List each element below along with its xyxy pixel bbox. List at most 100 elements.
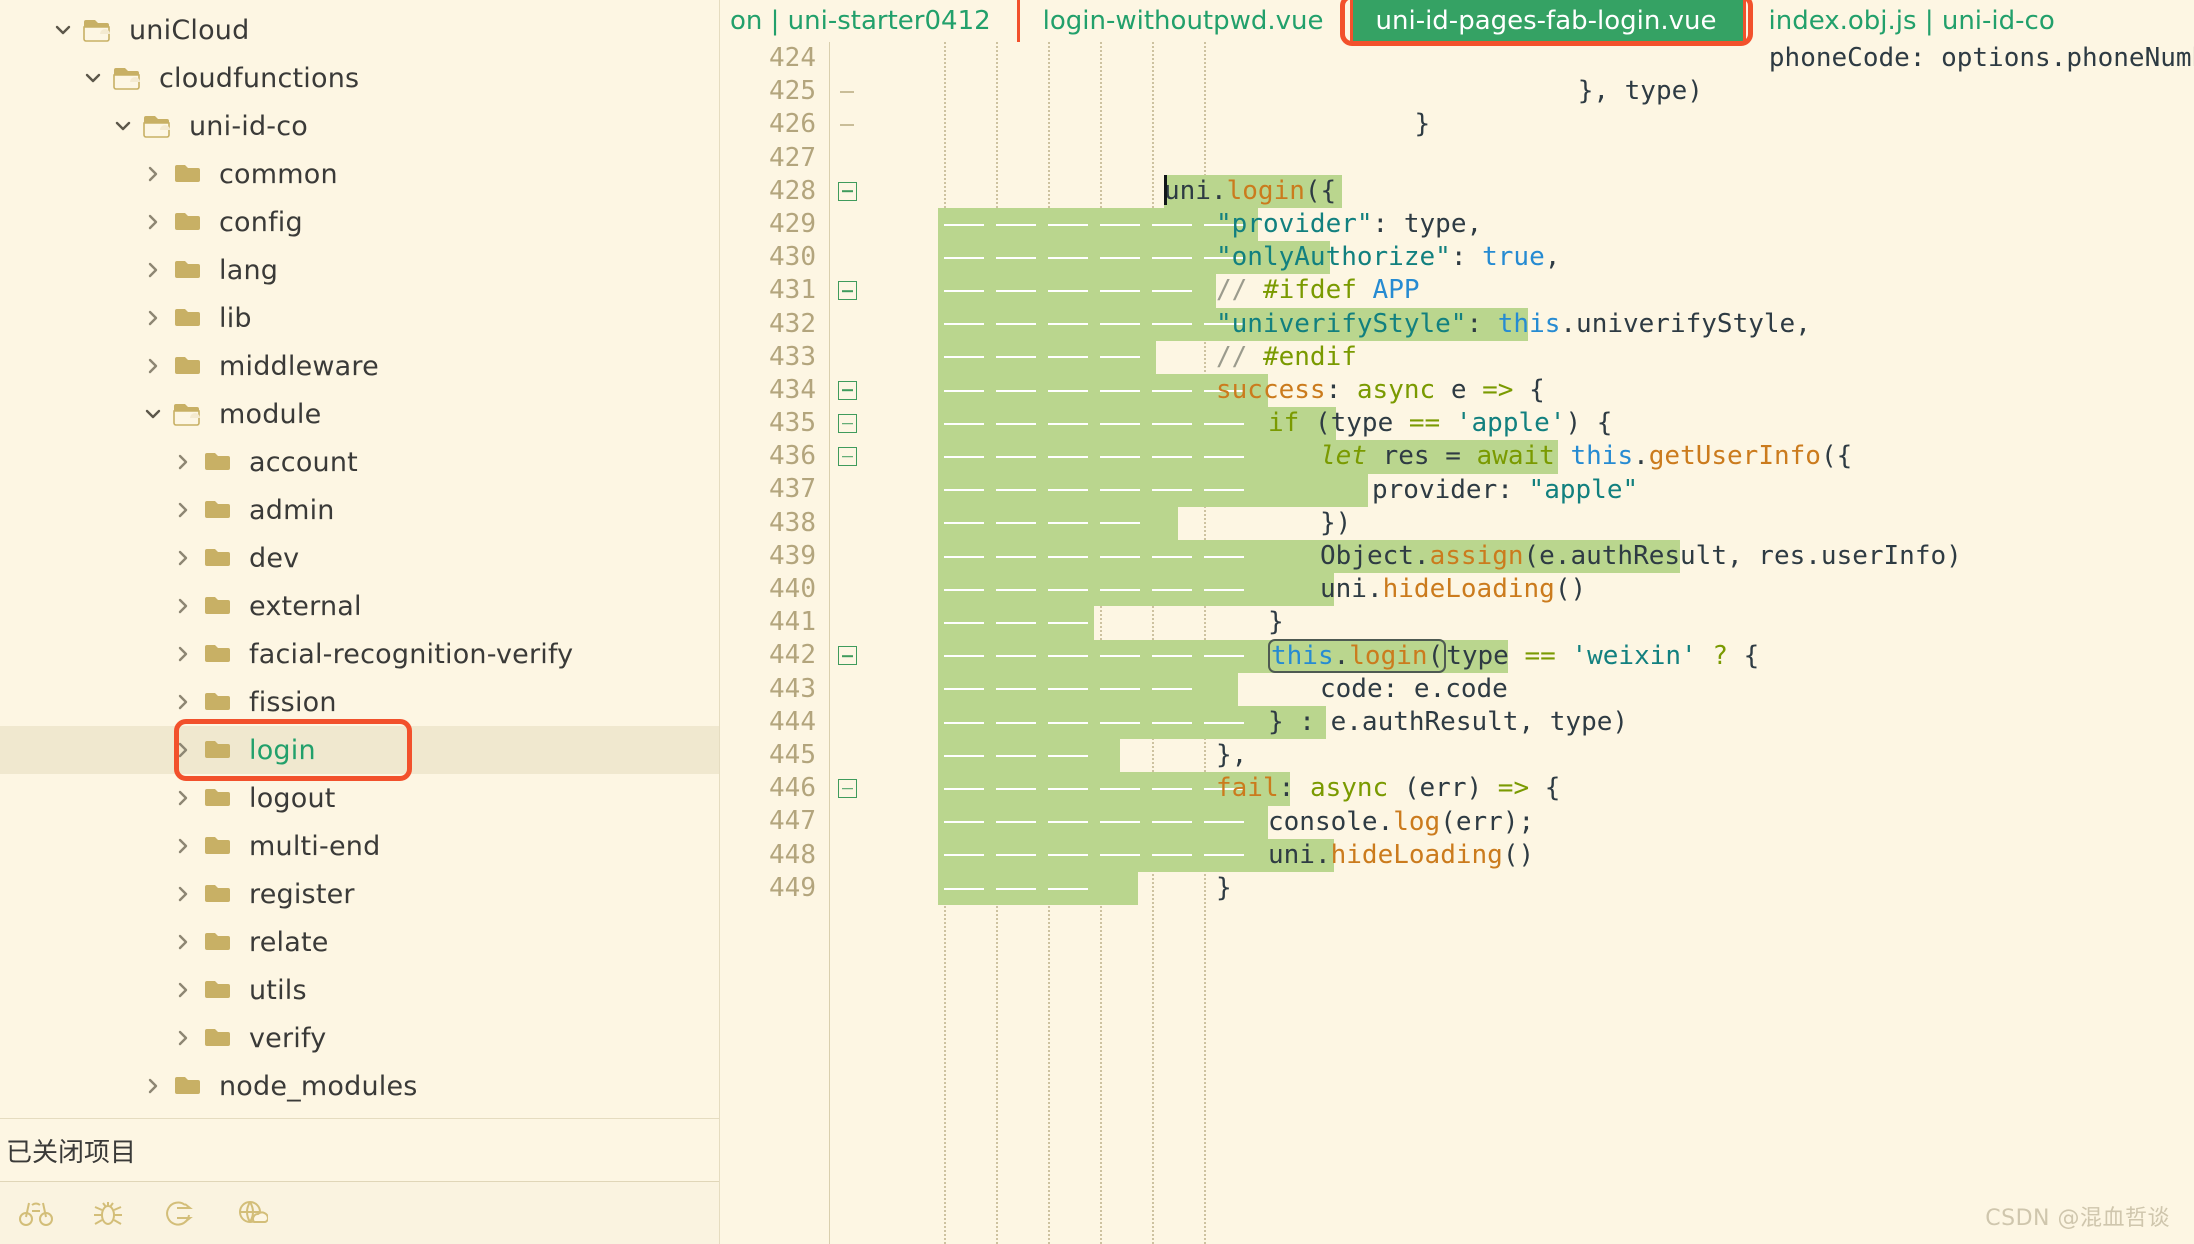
chevron-right-icon[interactable]	[168, 979, 198, 1001]
chevron-right-icon[interactable]	[168, 499, 198, 521]
closed-projects-bar[interactable]: 已关闭项目	[0, 1118, 719, 1181]
tree-item-register[interactable]: register	[0, 870, 719, 918]
tree-item-login[interactable]: login	[0, 726, 719, 774]
chevron-down-icon[interactable]	[108, 115, 138, 137]
tree-item-logout[interactable]: logout	[0, 774, 719, 822]
tree-item-fission[interactable]: fission	[0, 678, 719, 726]
code-text-column[interactable]: phoneCode: options.phoneNumberCode }, ty…	[864, 42, 2194, 1244]
file-tree[interactable]: uniCloud cloudfunctions uni-id-co common con…	[0, 0, 719, 1118]
bug-icon[interactable]	[88, 1193, 128, 1233]
tree-item-node-modules[interactable]: node_modules	[0, 1062, 719, 1110]
chevron-right-icon[interactable]	[138, 307, 168, 329]
fold-collapse-icon[interactable]	[830, 274, 864, 307]
code-line[interactable]: "univerifyStyle": this.univerifyStyle,	[1216, 308, 1811, 341]
code-line[interactable]: success: async e => {	[1216, 374, 1545, 407]
tree-item-cloudfunctions[interactable]: cloudfunctions	[0, 54, 719, 102]
chevron-right-icon[interactable]	[168, 931, 198, 953]
code-line[interactable]: console.log(err);	[1268, 806, 1534, 839]
code-line[interactable]: let res = await this.getUserInfo({	[1320, 440, 1852, 473]
chevron-right-icon[interactable]	[168, 787, 198, 809]
chevron-right-icon[interactable]	[168, 691, 198, 713]
code-line[interactable]: this.login(type == 'weixin' ? {	[1268, 638, 1759, 673]
code-line[interactable]: if (type == 'apple') {	[1268, 407, 1612, 440]
binoculars-icon[interactable]	[16, 1193, 56, 1233]
whitespace-indicator	[1100, 422, 1140, 425]
globe-cloud-icon[interactable]	[232, 1193, 272, 1233]
code-line[interactable]: "onlyAuthorize": true,	[1216, 241, 1560, 274]
code-line[interactable]: })	[1320, 507, 1351, 540]
code-line[interactable]: }	[1268, 606, 1284, 639]
code-line[interactable]: }	[1216, 872, 1232, 905]
tree-item-external[interactable]: external	[0, 582, 719, 630]
code-line[interactable]: "provider": type,	[1216, 208, 1482, 241]
tree-item-relate[interactable]: relate	[0, 918, 719, 966]
fold-collapse-icon[interactable]	[830, 639, 864, 672]
chevron-right-icon[interactable]	[168, 451, 198, 473]
chevron-right-icon[interactable]	[138, 163, 168, 185]
code-line[interactable]: uni.hideLoading()	[1320, 573, 1586, 606]
whitespace-indicator	[996, 456, 1036, 458]
code-line[interactable]: // #endif	[1216, 341, 1357, 374]
code-line[interactable]: },	[1216, 739, 1247, 772]
chevron-right-icon[interactable]	[168, 595, 198, 617]
chevron-right-icon[interactable]	[168, 1027, 198, 1049]
tree-item-lib[interactable]: lib	[0, 294, 719, 342]
export-arrow-icon[interactable]	[160, 1193, 200, 1233]
editor-tabbar[interactable]: on | uni-starter0412 login-withoutpwd.vue…	[720, 0, 2194, 42]
whitespace-indicator	[944, 788, 984, 790]
closed-projects-label: 已关闭项目	[6, 1137, 137, 1168]
editor-tab-3[interactable]: index.obj.js | uni-id-co	[1742, 0, 2081, 42]
tree-item-middleware[interactable]: middleware	[0, 342, 719, 390]
fold-collapse-icon[interactable]	[830, 374, 864, 407]
fold-collapse-icon[interactable]	[830, 175, 864, 208]
code-line[interactable]: } : e.authResult, type)	[1268, 706, 1628, 739]
whitespace-indicator	[996, 223, 1036, 226]
code-line[interactable]: }	[1164, 108, 1430, 141]
chevron-right-icon[interactable]	[138, 1075, 168, 1097]
tree-item-multi-end[interactable]: multi-end	[0, 822, 719, 870]
code-folding-column[interactable]	[830, 42, 864, 1244]
chevron-right-icon[interactable]	[168, 643, 198, 665]
code-line[interactable]: uni.hideLoading()	[1268, 839, 1534, 872]
code-line[interactable]: phoneCode: options.phoneNumberCode	[1268, 42, 2194, 75]
tree-item-admin[interactable]: admin	[0, 486, 719, 534]
editor-tab-0[interactable]: on | uni-starter0412	[720, 0, 1017, 42]
fold-collapse-icon[interactable]	[830, 440, 864, 473]
tree-item-verify[interactable]: verify	[0, 1014, 719, 1062]
tree-item-account[interactable]: account	[0, 438, 719, 486]
tree-item-config[interactable]: config	[0, 198, 719, 246]
chevron-right-icon[interactable]	[138, 211, 168, 233]
editor-tab-2[interactable]: uni-id-pages-fab-login.vue	[1349, 0, 1743, 42]
fold-collapse-icon[interactable]	[830, 772, 864, 805]
chevron-down-icon[interactable]	[78, 67, 108, 89]
tree-item-dev[interactable]: dev	[0, 534, 719, 582]
chevron-right-icon[interactable]	[168, 883, 198, 905]
code-line[interactable]: code: e.code	[1320, 673, 1508, 706]
code-line[interactable]: fail: async (err) => {	[1216, 772, 1560, 805]
tree-item-unicloud[interactable]: uniCloud	[0, 6, 719, 54]
chevron-right-icon[interactable]	[138, 259, 168, 281]
tree-item-module[interactable]: module	[0, 390, 719, 438]
tree-item-utils[interactable]: utils	[0, 966, 719, 1014]
editor-tab-1[interactable]: login-withoutpwd.vue	[1016, 0, 1350, 42]
code-line[interactable]: provider: "apple"	[1372, 474, 1638, 507]
chevron-down-icon[interactable]	[48, 19, 78, 41]
code-line[interactable]: Object.assign(e.authResult, res.userInfo…	[1320, 540, 1962, 573]
fold-collapse-icon[interactable]	[830, 407, 864, 440]
chevron-right-icon[interactable]	[168, 547, 198, 569]
chevron-down-icon[interactable]	[138, 403, 168, 425]
chevron-right-icon[interactable]	[168, 739, 198, 761]
code-line[interactable]: }, type)	[1202, 75, 1703, 108]
tree-item-label: uniCloud	[129, 14, 250, 46]
code-line[interactable]: uni.login({	[1164, 174, 1336, 208]
code-line[interactable]: // #ifdef APP	[1216, 274, 1420, 307]
tree-item-uni-id-co[interactable]: uni-id-co	[0, 102, 719, 150]
code-area[interactable]: 424 425 426 427 428 429 430 431 432 433 434 435 436 4…	[720, 42, 2194, 1244]
tree-item-common[interactable]: common	[0, 150, 719, 198]
tree-item-facial-recognition-verify[interactable]: facial-recognition-verify	[0, 630, 719, 678]
chevron-right-icon[interactable]	[168, 835, 198, 857]
tree-item-lang[interactable]: lang	[0, 246, 719, 294]
chevron-right-icon[interactable]	[138, 355, 168, 377]
whitespace-indicator	[944, 389, 984, 392]
